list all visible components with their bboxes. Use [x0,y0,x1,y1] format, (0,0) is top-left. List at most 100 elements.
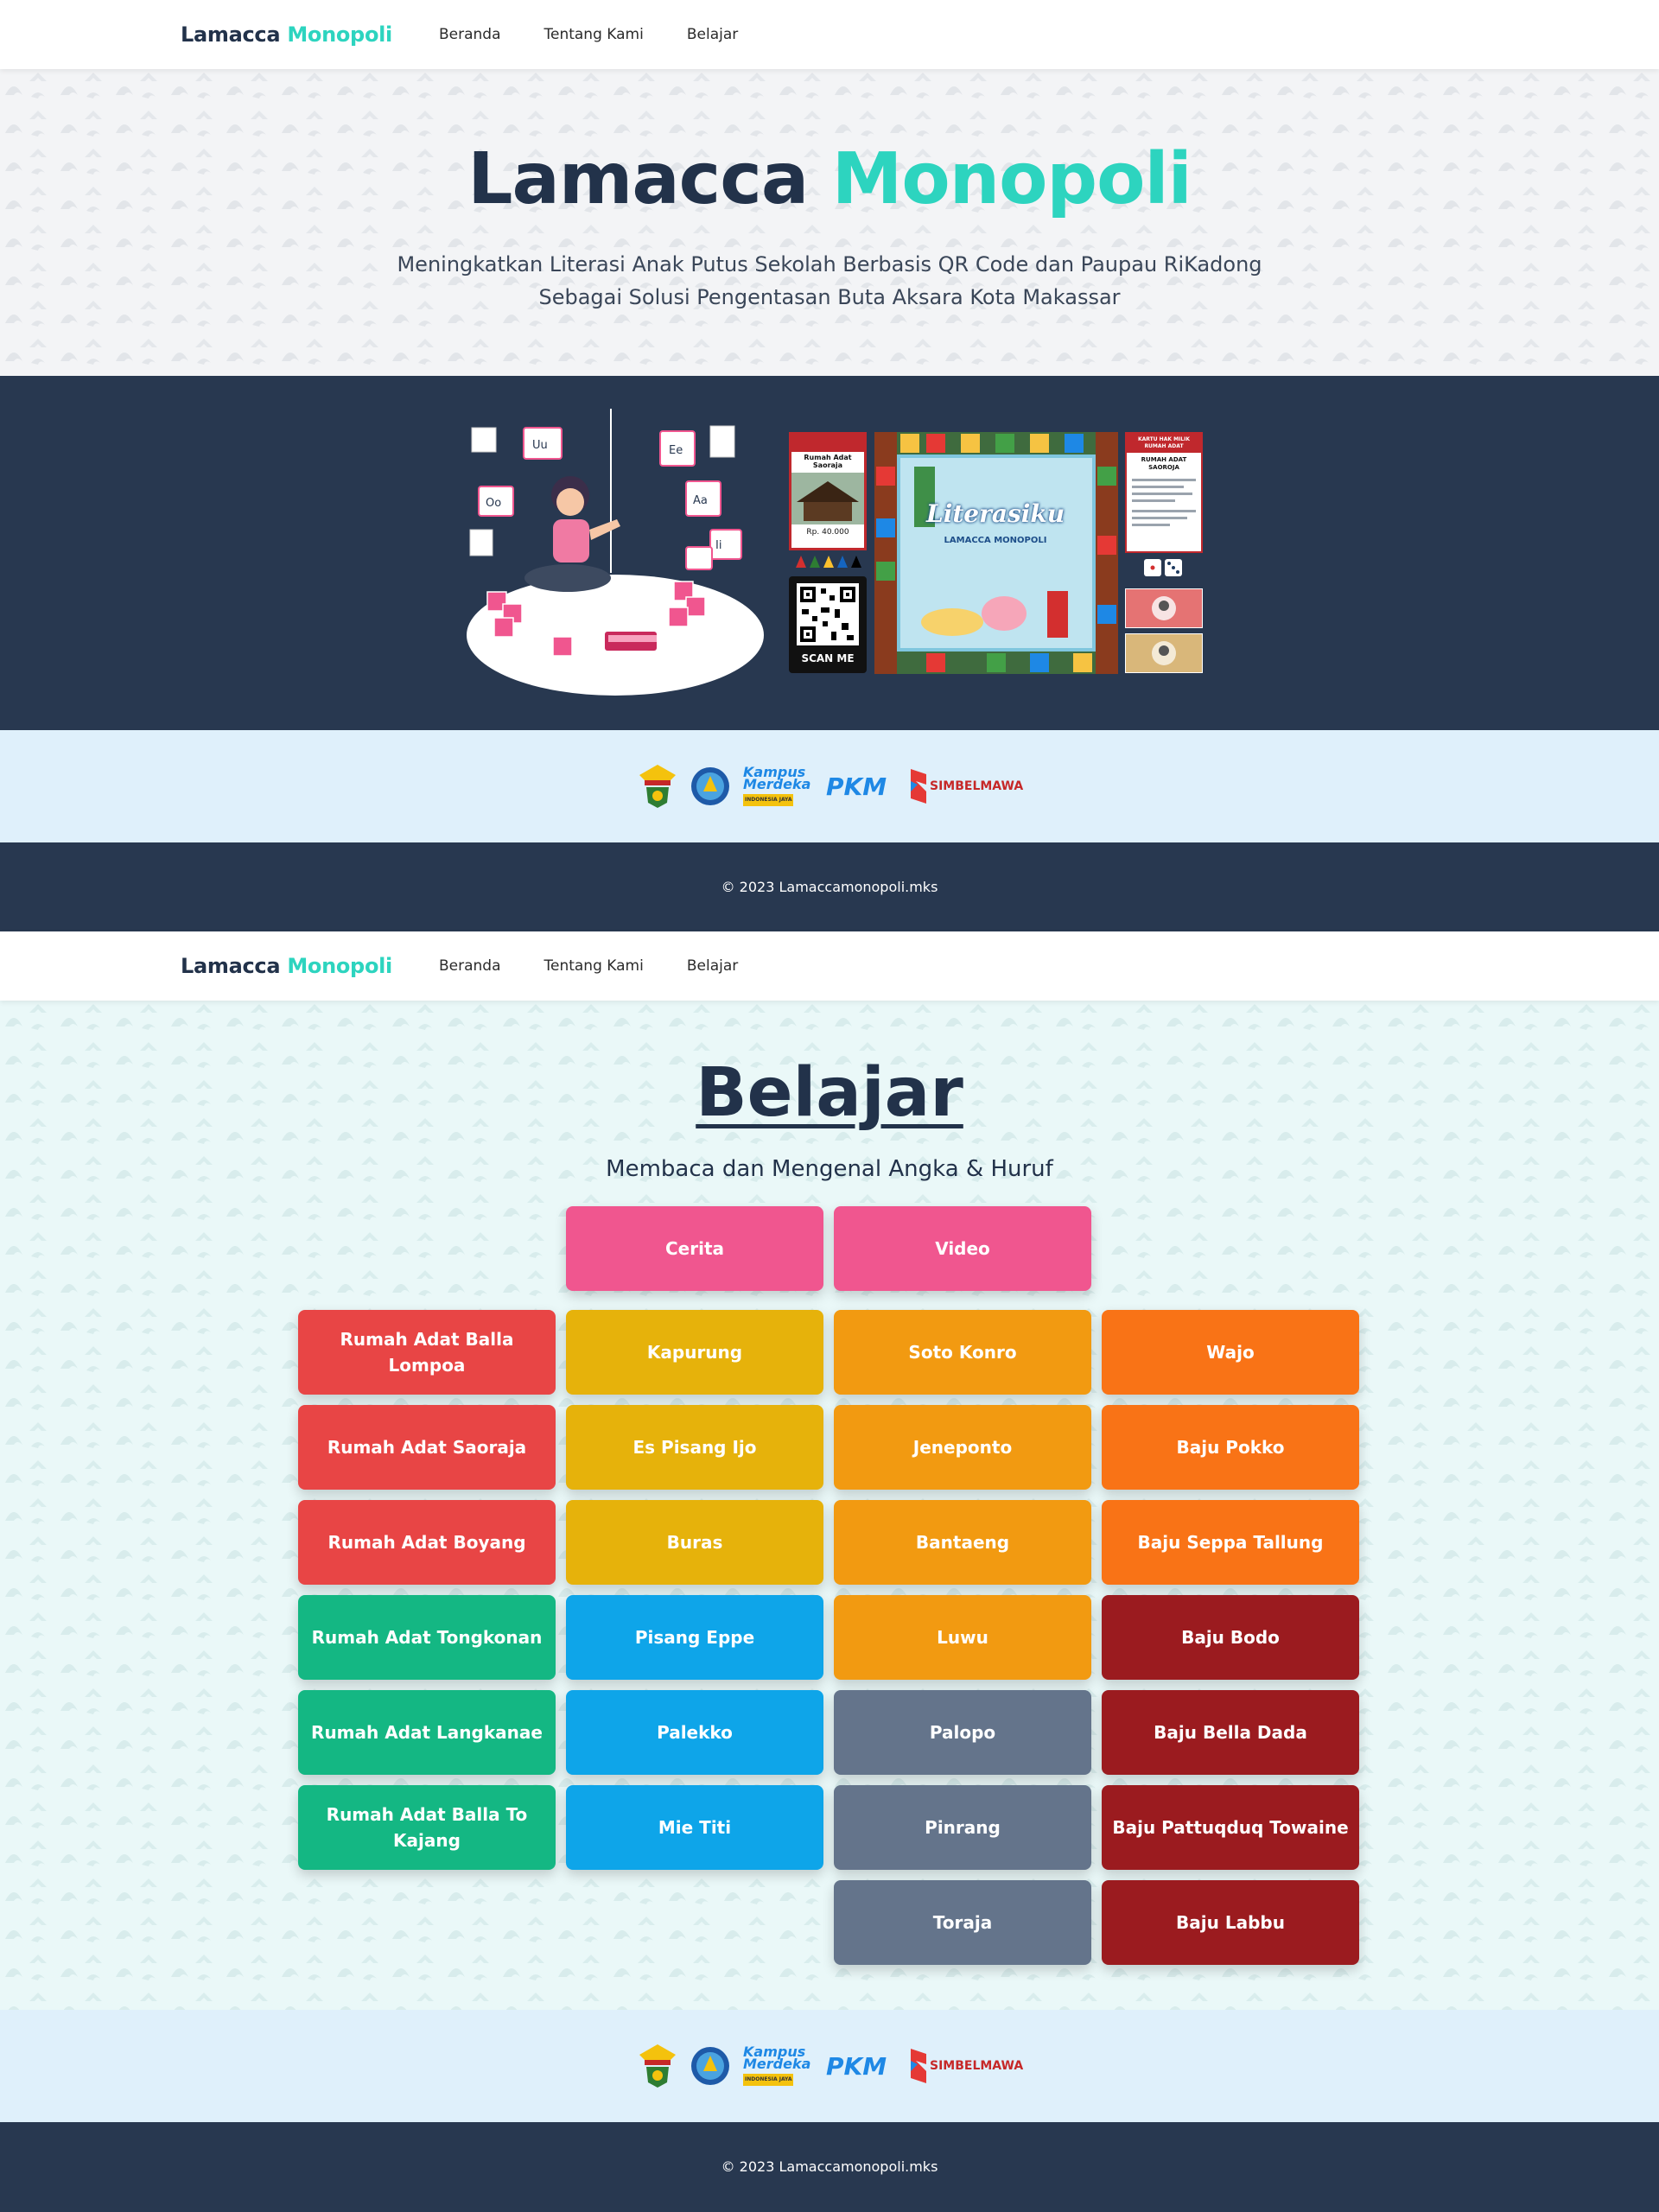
property-card: Rumah Adat Saoraja Rp. 40.000 [789,432,867,550]
belajar-subtitle: Membaca dan Mengenal Angka & Huruf [606,1156,1053,1182]
topic-button[interactable]: Es Pisang Ijo [566,1405,823,1490]
simbelmawa-text: SIMBELMAWA [930,2059,1024,2073]
pkm-logo: PKM [826,2052,897,2081]
topic-button[interactable]: Bantaeng [834,1500,1091,1585]
nav-link-beranda-2[interactable]: Beranda [439,957,501,975]
pattern-background [0,69,1659,376]
topic-button[interactable]: Baju Pattuqduq Towaine [1102,1785,1359,1870]
sponsor-row: Kampus Merdeka INDONESIA JAYA PKM SIMBEL… [638,763,1023,810]
university-emblem-icon [639,765,676,808]
topic-button[interactable]: Baju Bella Dada [1102,1690,1359,1775]
topic-button[interactable]: Rumah Adat Tongkonan [298,1595,556,1680]
board-tag: LAMACCA MONOPOLI [944,536,1047,545]
svg-text:Ii: Ii [715,539,721,552]
nav-inner: Lamacca Monopoli Beranda Tentang Kami Be… [181,0,781,69]
topic-button[interactable]: Soto Konro [834,1310,1091,1395]
property-card-header [791,435,864,452]
topic-button[interactable]: Baju Bodo [1102,1595,1359,1680]
topic-button[interactable]: Baju Pokko [1102,1405,1359,1490]
brand-logo[interactable]: Lamacca Monopoli [181,22,392,47]
simbelmawa-text: SIMBELMAWA [930,779,1024,793]
qr-card: SCAN ME [789,576,867,673]
dice-icon [1144,559,1182,576]
pattern-background-2 [0,1001,1659,2010]
hero-subtitle-line2: Sebagai Solusi Pengentasan Buta Aksara K… [538,285,1121,309]
deed-card: KARTU HAK MILIK RUMAH ADAT RUMAH ADAT SA… [1125,432,1203,553]
brand-dark-2: Lamacca [181,954,281,978]
simbelmawa-logo: SIMBELMAWA [909,766,1023,807]
svg-text:Uu: Uu [532,439,548,452]
topic-button[interactable]: Jeneponto [834,1405,1091,1490]
hero-title: Lamacca Monopoli [0,138,1659,220]
topic-button[interactable]: Rumah Adat Balla To Kajang [298,1785,556,1870]
topic-button[interactable]: Rumah Adat Boyang [298,1500,556,1585]
topic-button[interactable]: Luwu [834,1595,1091,1680]
qr-code-icon [797,583,859,645]
kampus-merdeka-tagline: INDONESIA JAYA [743,2074,794,2086]
brand-accent: Monopoli [287,22,392,47]
topic-button[interactable]: Baju Labbu [1102,1880,1359,1965]
cerita-button[interactable]: Cerita [566,1206,823,1291]
deed-card-header: KARTU HAK MILIK RUMAH ADAT [1127,434,1201,453]
brand-logo-2[interactable]: Lamacca Monopoli [181,954,392,978]
kampus-merdeka-word2: Merdeka [743,776,811,792]
topic-button[interactable]: Palekko [566,1690,823,1775]
scan-me-label: SCAN ME [801,652,855,664]
nav-link-tentang-kami-2[interactable]: Tentang Kami [544,957,644,975]
pkm-text: PKM [826,2051,887,2081]
svg-text:Aa: Aa [693,494,708,507]
nav-link-belajar[interactable]: Belajar [687,26,738,43]
topic-button[interactable]: Wajo [1102,1310,1359,1395]
simbelmawa-icon [911,2049,926,2083]
property-card-price: Rp. 40.000 [806,528,849,537]
nav-inner-2: Lamacca Monopoli Beranda Tentang Kami Be… [181,931,781,1001]
monopoly-board: Literasiku LAMACCA MONOPOLI [874,432,1118,674]
video-button[interactable]: Video [834,1206,1091,1291]
sponsor-row-2: Kampus Merdeka INDONESIA JAYA PKM SIMBEL… [638,2043,1023,2089]
topic-button[interactable]: Pinrang [834,1785,1091,1870]
banknote-gold [1125,633,1203,673]
deed-card-lines [1132,479,1196,526]
topic-button[interactable]: Mie Titi [566,1785,823,1870]
brand-accent-2: Monopoli [287,954,392,978]
sponsor-bar-bottom: Kampus Merdeka INDONESIA JAYA PKM SIMBEL… [0,2010,1659,2122]
kampus-merdeka-logo: Kampus Merdeka INDONESIA JAYA [743,2045,814,2086]
topic-button[interactable]: Baju Seppa Tallung [1102,1500,1359,1585]
tut-wuri-icon [691,2047,729,2085]
pkm-text: PKM [826,772,887,801]
footer-bottom: © 2023 Lamaccamonopoli.mks [0,2122,1659,2212]
property-card-title: Rumah Adat Saoraja [804,454,852,469]
svg-text:Oo: Oo [486,497,501,510]
brand-dark: Lamacca [181,22,281,47]
nav-link-tentang-kami[interactable]: Tentang Kami [544,26,644,43]
deed-card-title: RUMAH ADAT SAOROJA [1141,456,1187,471]
topic-button[interactable]: Rumah Adat Saoraja [298,1405,556,1490]
girl-learning-illustration: Uu Oo Ee Aa Ii [467,409,764,696]
topic-button[interactable]: Buras [566,1500,823,1585]
illustration-band: Uu Oo Ee Aa Ii Rumah Adat Saoraja Rp. 40… [0,376,1659,730]
pkm-logo: PKM [826,772,897,801]
hero-subtitle-line1: Meningkatkan Literasi Anak Putus Sekolah… [397,252,1262,276]
nav-link-belajar-2[interactable]: Belajar [687,957,738,975]
kampus-merdeka-word2: Merdeka [743,2056,811,2072]
board-border-tiles [874,432,1118,674]
nav-link-beranda[interactable]: Beranda [439,26,501,43]
hero-subtitle: Meningkatkan Literasi Anak Putus Sekolah… [346,248,1313,314]
hero-title-accent: Monopoli [831,138,1192,220]
footer-copyright: © 2023 Lamaccamonopoli.mks [721,879,938,895]
kampus-merdeka-logo: Kampus Merdeka INDONESIA JAYA [743,766,814,806]
simbelmawa-logo: SIMBELMAWA [909,2045,1023,2087]
sponsor-bar-top: Kampus Merdeka INDONESIA JAYA PKM SIMBEL… [0,730,1659,842]
topic-button[interactable]: Palopo [834,1690,1091,1775]
topic-button[interactable]: Rumah Adat Langkanae [298,1690,556,1775]
footer-copyright-2: © 2023 Lamaccamonopoli.mks [721,2158,938,2175]
topic-button[interactable]: Toraja [834,1880,1091,1965]
belajar-section: Belajar Membaca dan Mengenal Angka & Hur… [0,1001,1659,2010]
house-photo [791,473,864,524]
topic-button[interactable]: Pisang Eppe [566,1595,823,1680]
topic-button[interactable]: Rumah Adat Balla Lompoa [298,1310,556,1395]
hero-section: Lamacca Monopoli Meningkatkan Literasi A… [0,69,1659,376]
university-emblem-icon [639,2044,676,2088]
topic-button[interactable]: Kapurung [566,1310,823,1395]
simbelmawa-icon [911,769,926,804]
